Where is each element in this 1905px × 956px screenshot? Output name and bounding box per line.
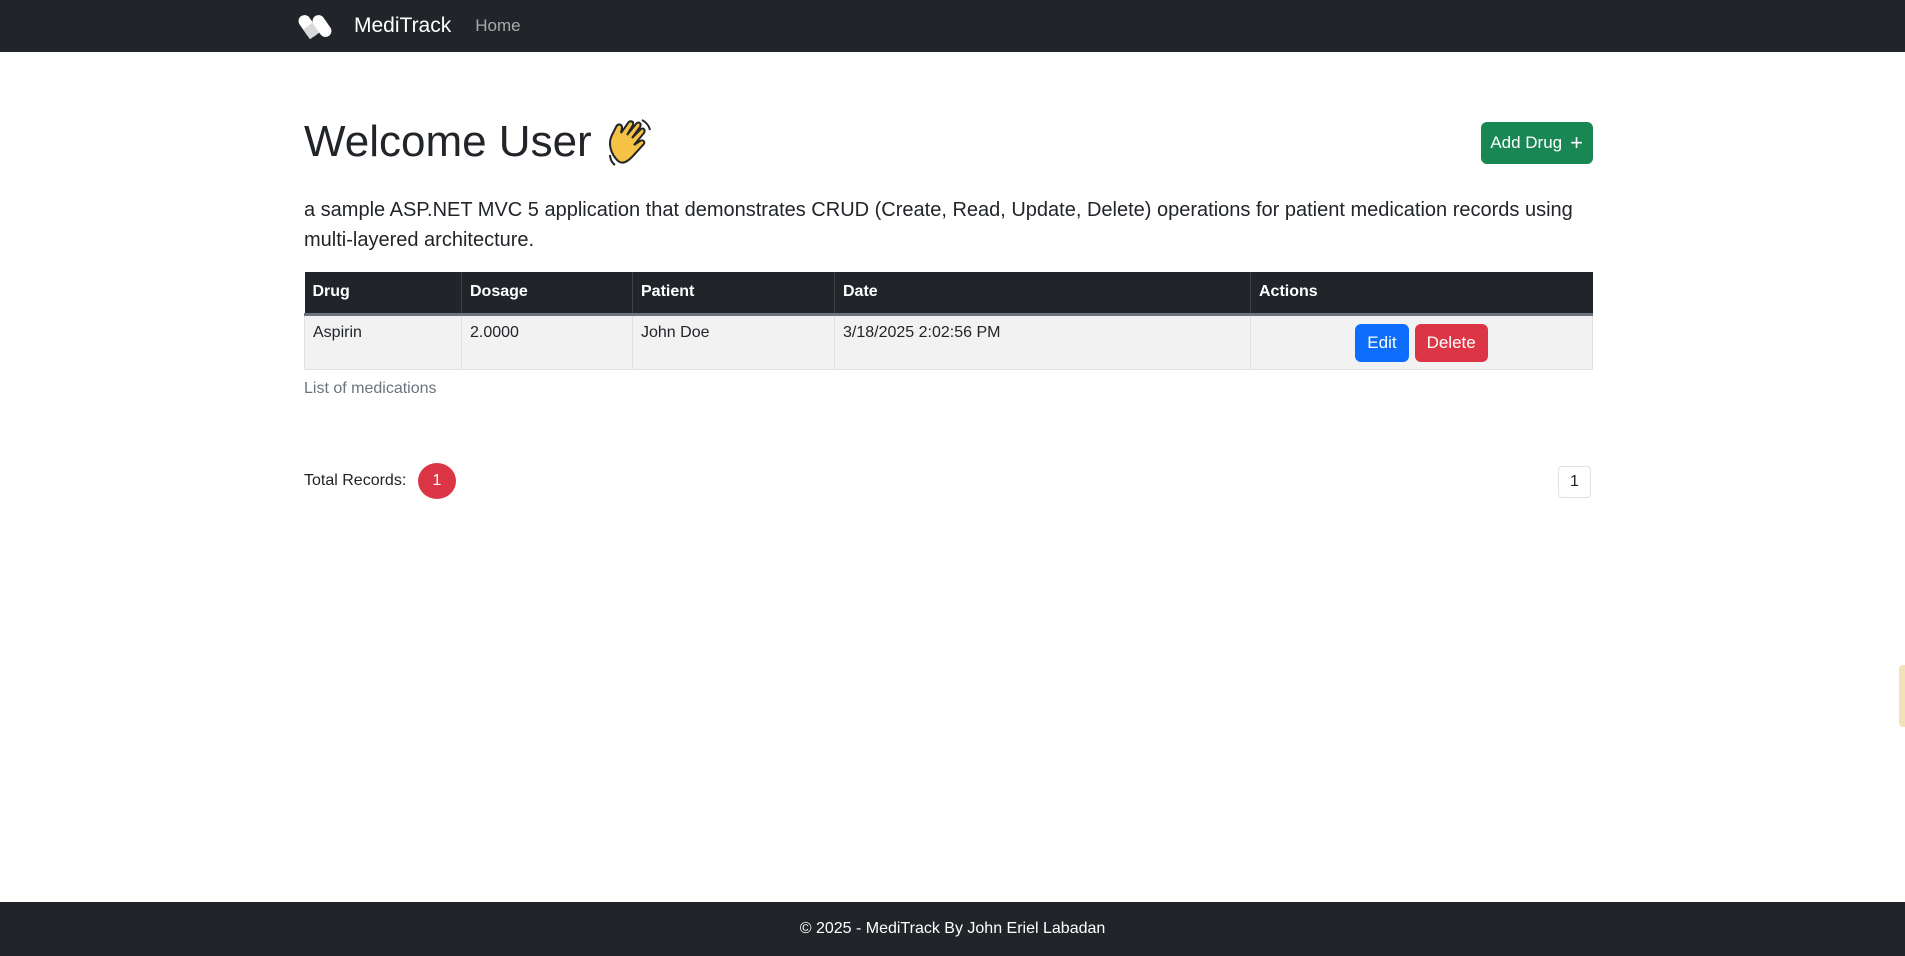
column-header-patient: Patient (632, 272, 835, 316)
total-records-label: Total Records: (304, 472, 407, 489)
table-row: Aspirin 2.0000 John Doe 3/18/2025 2:02:5… (304, 313, 1593, 370)
side-tab[interactable] (1899, 665, 1905, 727)
column-header-date: Date (834, 272, 1251, 316)
page-title-text: Welcome User (304, 117, 592, 166)
total-records-badge: 1 (418, 463, 456, 499)
header-row: Welcome User Add Drug + (304, 112, 1593, 172)
waving-hand-icon (606, 117, 652, 167)
summary-row: Total Records: 1 1 (304, 463, 1593, 499)
brand-link[interactable]: MediTrack (354, 14, 451, 38)
cell-date: 3/18/2025 2:02:56 PM (834, 313, 1251, 370)
table-caption: List of medications (304, 380, 437, 397)
page-description: a sample ASP.NET MVC 5 application that … (304, 199, 1573, 251)
footer-text: © 2025 - MediTrack By John Eriel Labadan (799, 920, 1106, 937)
column-header-actions: Actions (1250, 272, 1593, 316)
plus-icon: + (1570, 130, 1583, 155)
delete-button[interactable]: Delete (1414, 323, 1488, 362)
navbar-inner: MediTrack Home (298, 0, 521, 52)
edit-button[interactable]: Edit (1355, 323, 1409, 362)
column-header-drug: Drug (304, 272, 462, 316)
table-header: Drug Dosage Patient Date Actions (304, 272, 1593, 316)
pills-icon[interactable] (298, 11, 334, 41)
pagination-page-1[interactable]: 1 (1558, 466, 1591, 498)
medications-table-wrap: Drug Dosage Patient Date Actions Aspirin… (304, 272, 1593, 370)
medications-table: Drug Dosage Patient Date Actions Aspirin… (304, 272, 1593, 370)
cell-patient: John Doe (632, 313, 835, 370)
cell-actions: Edit Delete (1250, 313, 1593, 370)
cell-drug: Aspirin (304, 313, 462, 370)
top-navbar: MediTrack Home (0, 0, 1905, 52)
cell-dosage: 2.0000 (461, 313, 633, 370)
nav-link-home[interactable]: Home (475, 16, 520, 36)
footer: © 2025 - MediTrack By John Eriel Labadan (0, 902, 1905, 956)
add-drug-button[interactable]: Add Drug + (1481, 122, 1593, 164)
column-header-dosage: Dosage (461, 272, 633, 316)
add-drug-label: Add Drug (1490, 133, 1563, 152)
page-title: Welcome User (304, 112, 652, 172)
